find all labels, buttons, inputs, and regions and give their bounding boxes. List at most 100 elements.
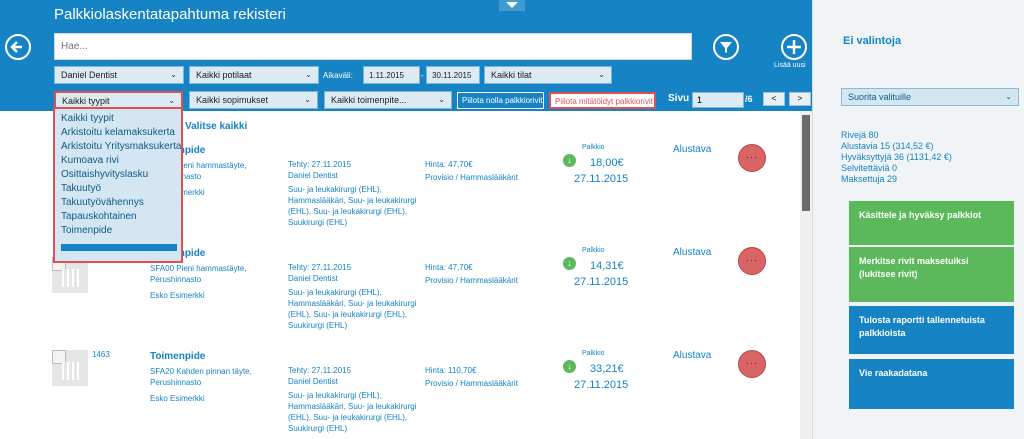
collapse-toggle[interactable] (499, 0, 525, 11)
row-price: Hinta: 47,70€ (425, 263, 473, 272)
page-title: Palkkiolaskentatapahtuma rekisteri (54, 6, 286, 23)
row-code: SFA20 Kahden pinnan täyte, Perushinnasto (150, 367, 252, 387)
dropdown-item[interactable]: Arkistoitu kelamaksukerta (55, 126, 181, 140)
chevron-down-icon: ⌄ (168, 96, 175, 105)
bulk-action-value: Suorita valituille (848, 92, 912, 102)
hide-invalidated-rows-button[interactable]: Piilota mitätöidyt palkkiorivit (549, 92, 656, 109)
bulk-action-select[interactable]: Suorita valituille ⌄ (841, 88, 1019, 106)
dropdown-item[interactable]: Kumoava rivi (55, 154, 181, 168)
chevron-down-icon: ⌄ (1005, 92, 1012, 101)
row-provision: Provisio / Hammaslääkärit (425, 276, 518, 285)
selection-title: Ei valintoja (843, 35, 902, 47)
right-panel: Ei valintoja Suorita valituille ⌄ Rivejä… (812, 0, 1024, 439)
chevron-down-icon: ⌄ (598, 70, 605, 79)
search-input[interactable] (54, 33, 692, 60)
fee-label: Palkkio (582, 247, 605, 254)
funnel-icon (720, 42, 732, 53)
check-icon: ↓ (563, 360, 576, 373)
row-person: Esko Esimerkki (150, 394, 205, 403)
process-approve-button[interactable]: Käsittele ja hyväksy palkkiot (849, 201, 1014, 245)
row-price: Hinta: 110,70€ (425, 366, 477, 375)
list-scrollbar[interactable] (800, 111, 812, 439)
back-button[interactable] (5, 34, 31, 60)
procedures-select-value: Kaikki toimenpite... (331, 95, 407, 105)
row-description: Suu- ja leukakirurgi (EHL), Hammaslääkär… (288, 391, 417, 433)
stat-approved: Hyväksyttyjä 36 (1131,42 €) (841, 152, 952, 162)
states-select[interactable]: Kaikki tilat ⌄ (484, 66, 612, 84)
fee-label: Palkkio (582, 144, 605, 151)
row-doctor: Daniel Dentist (288, 377, 338, 386)
row-price: Hinta: 47,70€ (425, 160, 473, 169)
dropdown-item[interactable]: Toimenpide (55, 224, 181, 238)
fee-amount: 18,00€ (590, 157, 624, 169)
chevron-down-icon: ⌄ (438, 95, 445, 104)
row-date: Tehty: 27.11.2015 (288, 366, 352, 375)
chevron-down-icon: ⌄ (170, 70, 177, 79)
dropdown-scrollbar[interactable] (61, 244, 177, 251)
types-select-value: Kaikki tyypit (62, 96, 110, 106)
page-total: /6 (745, 94, 753, 104)
fee-date: 27.11.2015 (574, 173, 629, 185)
chevron-down-icon: ⌄ (304, 95, 311, 104)
more-options-button[interactable]: ··· (738, 350, 766, 378)
print-report-button[interactable]: Tulosta raportti tallennetuista palkkioi… (849, 306, 1014, 354)
status-badge: Alustava (673, 144, 712, 155)
row-doctor: Daniel Dentist (288, 274, 338, 283)
agreements-select-value: Kaikki sopimukset (196, 95, 269, 105)
mark-paid-button[interactable]: Merkitse rivit maksetuiksi (lukitsee riv… (849, 247, 1014, 302)
patients-select[interactable]: Kaikki potilaat ⌄ (189, 66, 319, 84)
dropdown-item[interactable]: Arkistoitu Yritysmaksukerta (55, 140, 181, 154)
fee-date: 27.11.2015 (574, 379, 629, 391)
dropdown-item[interactable]: Tapauskohtainen (55, 210, 181, 224)
plus-icon (787, 40, 801, 54)
more-options-button[interactable]: ··· (738, 144, 766, 172)
fee-label: Palkkio (582, 350, 605, 357)
summary-stats: Rivejä 80 Alustavia 15 (314,52 €) Hyväks… (841, 130, 952, 185)
fee-date: 27.11.2015 (574, 276, 629, 288)
status-badge: Alustava (673, 350, 712, 361)
select-all-link[interactable]: Valitse kaikki (185, 121, 247, 132)
scrollbar-thumb[interactable] (802, 115, 810, 211)
dropdown-item[interactable]: Kaikki tyypit (55, 112, 181, 126)
stat-paid: Maksettuja 29 (841, 174, 898, 184)
page-label: Sivu (668, 93, 690, 104)
export-raw-button[interactable]: Vie raakadatana (849, 359, 1014, 409)
table-row[interactable]: 1463 Toimenpide SFA20 Kahden pinnan täyt… (0, 350, 800, 439)
states-select-value: Kaikki tilat (491, 70, 532, 80)
stat-preliminary: Alustavia 15 (314,52 €) (841, 141, 934, 151)
row-title[interactable]: Toimenpide (150, 351, 205, 362)
agreements-select[interactable]: Kaikki sopimukset ⌄ (189, 91, 318, 109)
add-button[interactable] (781, 34, 807, 60)
filter-button[interactable] (713, 34, 739, 60)
dentist-select-value: Daniel Dentist (61, 70, 118, 80)
prev-page-button[interactable]: < (763, 92, 785, 106)
hide-zero-rows-button[interactable]: Piilota nolla palkkiorivit (457, 92, 544, 109)
dropdown-item[interactable]: Takuutyö (55, 182, 181, 196)
period-label: Aikaväli: (323, 71, 353, 80)
page-number-input[interactable]: 1 (692, 92, 744, 108)
row-provision: Provisio / Hammaslääkärit (425, 379, 518, 388)
procedures-select[interactable]: Kaikki toimenpite... ⌄ (324, 91, 452, 109)
status-badge: Alustava (673, 247, 712, 258)
date-to-input[interactable]: 30.11.2015 (426, 66, 480, 84)
dentist-select[interactable]: Daniel Dentist ⌄ (54, 66, 184, 84)
more-options-button[interactable]: ··· (738, 247, 766, 275)
dropdown-item[interactable]: Osittaishyvityslasku (55, 168, 181, 182)
add-label: Lisää uusi (774, 62, 806, 69)
dropdown-item[interactable]: Takuutyövähennys (55, 196, 181, 210)
row-date: Tehty: 27.11.2015 (288, 263, 352, 272)
chevron-down-icon: ⌄ (305, 70, 312, 79)
types-dropdown-menu: Kaikki tyypit Arkistoitu kelamaksukerta … (53, 107, 183, 263)
stat-to-clarify: Selvitettäviä 0 (841, 163, 898, 173)
row-date: Tehty: 27.11.2015 (288, 160, 352, 169)
next-page-button[interactable]: > (789, 92, 811, 106)
row-code: SFA00 Pieni hammastäyte, Perushinnasto (150, 264, 247, 284)
row-person: Esko Esimerkki (150, 291, 205, 300)
app-window: Palkkiolaskentatapahtuma rekisteri Lisää… (0, 0, 1024, 439)
row-description: Suu- ja leukakirurgi (EHL), Hammaslääkär… (288, 185, 417, 227)
date-separator: - (421, 71, 424, 80)
row-id: 1463 (92, 350, 110, 359)
check-icon: ↓ (563, 154, 576, 167)
date-from-input[interactable]: 1.11.2015 (363, 66, 420, 84)
row-provision: Provisio / Hammaslääkärit (425, 173, 518, 182)
